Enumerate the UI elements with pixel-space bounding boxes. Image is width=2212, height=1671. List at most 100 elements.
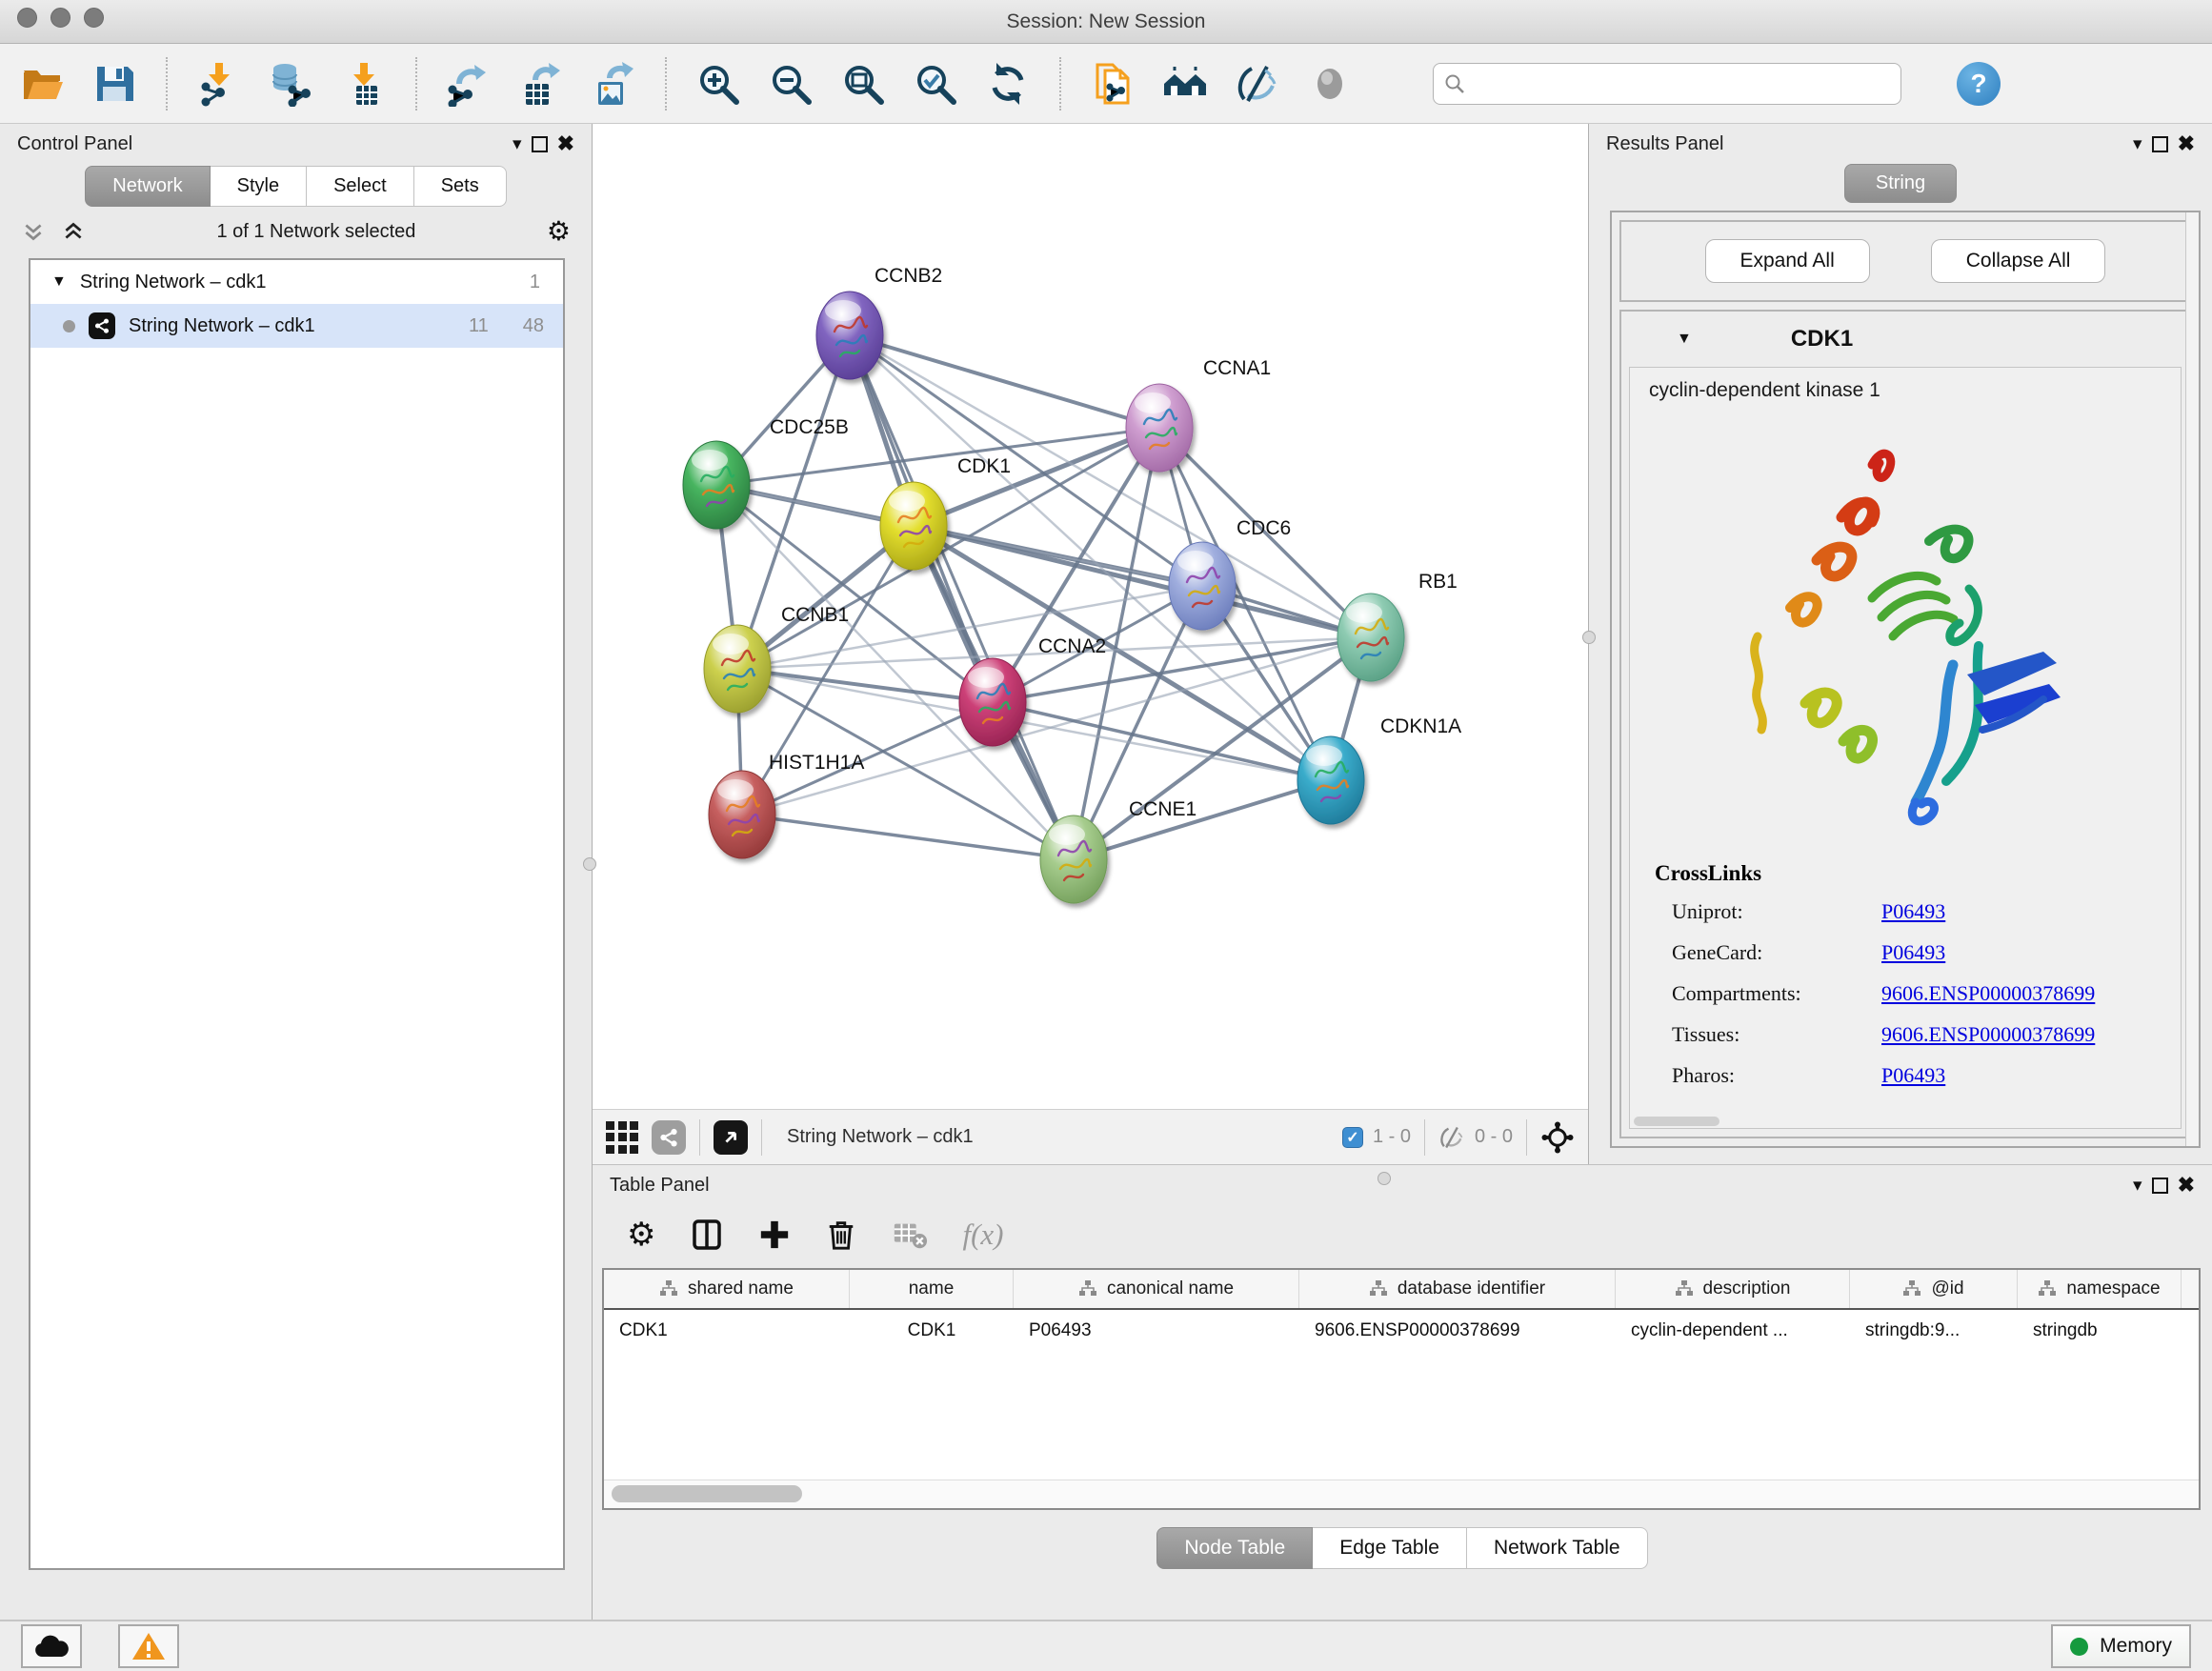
network-node-cdc25b[interactable] <box>683 441 750 529</box>
hidden-count-indicator[interactable]: 0 - 0 <box>1438 1124 1513 1151</box>
refresh-icon[interactable] <box>983 59 1033 109</box>
network-node-cdk1[interactable] <box>880 482 947 570</box>
network-edge[interactable] <box>1074 780 1331 859</box>
warnings-button[interactable] <box>118 1624 179 1668</box>
minimize-window-button[interactable] <box>50 8 70 28</box>
network-thumbnail-icon[interactable] <box>652 1120 686 1155</box>
tab-style[interactable]: Style <box>211 166 307 207</box>
network-node-ccnb2[interactable] <box>816 292 883 379</box>
vertical-scrollbar-track[interactable] <box>2185 212 2199 1146</box>
tab-network[interactable]: Network <box>85 166 210 207</box>
panel-float-icon[interactable] <box>532 136 548 152</box>
bottom-splitter-handle[interactable] <box>1377 1172 1391 1185</box>
collapse-all-icon[interactable] <box>21 219 46 244</box>
toolbar-search[interactable] <box>1433 63 1901 105</box>
network-canvas[interactable]: CCNB2CCNA1CDC25BCDK1CDC6RB1CCNB1CCNA2CDK… <box>593 124 1588 1109</box>
memory-button[interactable]: Memory <box>2051 1624 2191 1668</box>
highlight-icon[interactable] <box>1305 59 1355 109</box>
network-edge[interactable] <box>737 428 1159 669</box>
network-row[interactable]: String Network – cdk1 11 48 <box>30 304 563 348</box>
function-builder-icon[interactable]: f(x) <box>962 1218 1003 1252</box>
collection-expand-icon[interactable]: ▼ <box>51 273 67 291</box>
tab-string[interactable]: String <box>1844 164 1957 203</box>
network-node-ccna1[interactable] <box>1126 384 1193 472</box>
network-edge[interactable] <box>993 702 1331 780</box>
zoom-fit-icon[interactable] <box>838 59 888 109</box>
network-edge[interactable] <box>850 335 1159 428</box>
panel-menu-icon[interactable]: ▾ <box>2133 1175 2142 1197</box>
open-session-icon[interactable] <box>17 59 67 109</box>
tab-select[interactable]: Select <box>307 166 414 207</box>
gene-section-header[interactable]: ▼ CDK1 <box>1621 312 2189 367</box>
show-columns-icon[interactable] <box>690 1218 724 1252</box>
delete-table-icon[interactable] <box>892 1217 928 1253</box>
crosslink-link[interactable]: 9606.ENSP00000378699 <box>1881 1022 2095 1046</box>
tab-network-table[interactable]: Network Table <box>1467 1527 1648 1569</box>
network-collection-row[interactable]: ▼ String Network – cdk1 1 <box>30 260 563 304</box>
column-header-database-identifier[interactable]: database identifier <box>1299 1270 1616 1308</box>
tab-edge-table[interactable]: Edge Table <box>1313 1527 1467 1569</box>
panel-menu-icon[interactable]: ▾ <box>513 133 522 155</box>
hide-selected-icon[interactable] <box>1233 59 1282 109</box>
network-node-rb1[interactable] <box>1337 594 1404 681</box>
horizontal-scrollbar[interactable] <box>1634 1117 1719 1126</box>
birds-eye-view-icon[interactable] <box>714 1120 748 1155</box>
network-edge[interactable] <box>742 815 1074 859</box>
column-header-description[interactable]: description <box>1616 1270 1850 1308</box>
network-options-gear-icon[interactable]: ⚙ <box>547 218 571 245</box>
tab-sets[interactable]: Sets <box>414 166 507 207</box>
import-table-icon[interactable] <box>339 59 389 109</box>
column-header-namespace[interactable]: namespace <box>2018 1270 2182 1308</box>
table-horizontal-scrollbar[interactable] <box>604 1480 2199 1508</box>
panel-close-icon[interactable]: ✖ <box>557 131 574 156</box>
column-header-shared-name[interactable]: shared name <box>604 1270 850 1308</box>
crosslink-link[interactable]: 9606.ENSP00000378699 <box>1881 981 2095 1005</box>
network-node-hist1h1a[interactable] <box>709 771 775 858</box>
panel-close-icon[interactable]: ✖ <box>2178 1173 2195 1198</box>
zoom-selected-icon[interactable] <box>911 59 960 109</box>
column-header-name[interactable]: name <box>850 1270 1014 1308</box>
help-icon[interactable]: ? <box>1957 62 2001 106</box>
export-network-icon[interactable] <box>444 59 493 109</box>
cloud-button[interactable] <box>21 1624 82 1668</box>
crosshair-icon[interactable] <box>1540 1120 1575 1155</box>
network-node-ccnb1[interactable] <box>704 625 771 713</box>
import-network-database-icon[interactable] <box>267 59 316 109</box>
window-controls[interactable] <box>17 8 104 28</box>
right-splitter-handle[interactable] <box>1582 631 1596 644</box>
save-session-icon[interactable] <box>90 59 139 109</box>
import-network-file-icon[interactable] <box>194 59 244 109</box>
crosslink-link[interactable]: P06493 <box>1881 940 1945 964</box>
expand-all-button[interactable]: Expand All <box>1705 239 1870 283</box>
zoom-out-icon[interactable] <box>766 59 815 109</box>
network-node-cdkn1a[interactable] <box>1297 736 1364 824</box>
table-row[interactable]: CDK1CDK1P064939606.ENSP00000378699cyclin… <box>604 1310 2199 1352</box>
left-splitter-handle[interactable] <box>583 857 596 871</box>
tab-node-table[interactable]: Node Table <box>1156 1527 1313 1569</box>
panel-close-icon[interactable]: ✖ <box>2178 131 2195 156</box>
network-node-cdc6[interactable] <box>1169 542 1236 630</box>
panel-menu-icon[interactable]: ▾ <box>2133 133 2142 155</box>
network-node-ccna2[interactable] <box>959 658 1026 746</box>
selected-count-indicator[interactable]: ✓ 1 - 0 <box>1342 1126 1411 1148</box>
add-column-icon[interactable] <box>758 1218 791 1251</box>
close-window-button[interactable] <box>17 8 37 28</box>
search-input[interactable] <box>1474 73 1891 94</box>
collapse-all-button[interactable]: Collapse All <box>1931 239 2106 283</box>
export-table-icon[interactable] <box>516 59 566 109</box>
column-header-canonical-name[interactable]: canonical name <box>1014 1270 1299 1308</box>
crosslink-link[interactable]: P06493 <box>1881 1063 1945 1087</box>
show-all-networks-icon[interactable] <box>1160 59 1210 109</box>
crosslink-link[interactable]: P06493 <box>1881 899 1945 923</box>
section-expand-icon[interactable]: ▼ <box>1677 331 1692 348</box>
panel-float-icon[interactable] <box>2152 136 2168 152</box>
maximize-window-button[interactable] <box>84 8 104 28</box>
table-settings-icon[interactable]: ⚙ <box>627 1218 655 1251</box>
delete-column-icon[interactable] <box>825 1218 857 1251</box>
grid-mode-icon[interactable] <box>606 1121 638 1154</box>
network-node-ccne1[interactable] <box>1040 815 1107 903</box>
scrollbar-thumb[interactable] <box>612 1485 802 1502</box>
export-image-icon[interactable] <box>589 59 638 109</box>
expand-all-icon[interactable] <box>61 219 86 244</box>
clone-network-icon[interactable] <box>1088 59 1137 109</box>
